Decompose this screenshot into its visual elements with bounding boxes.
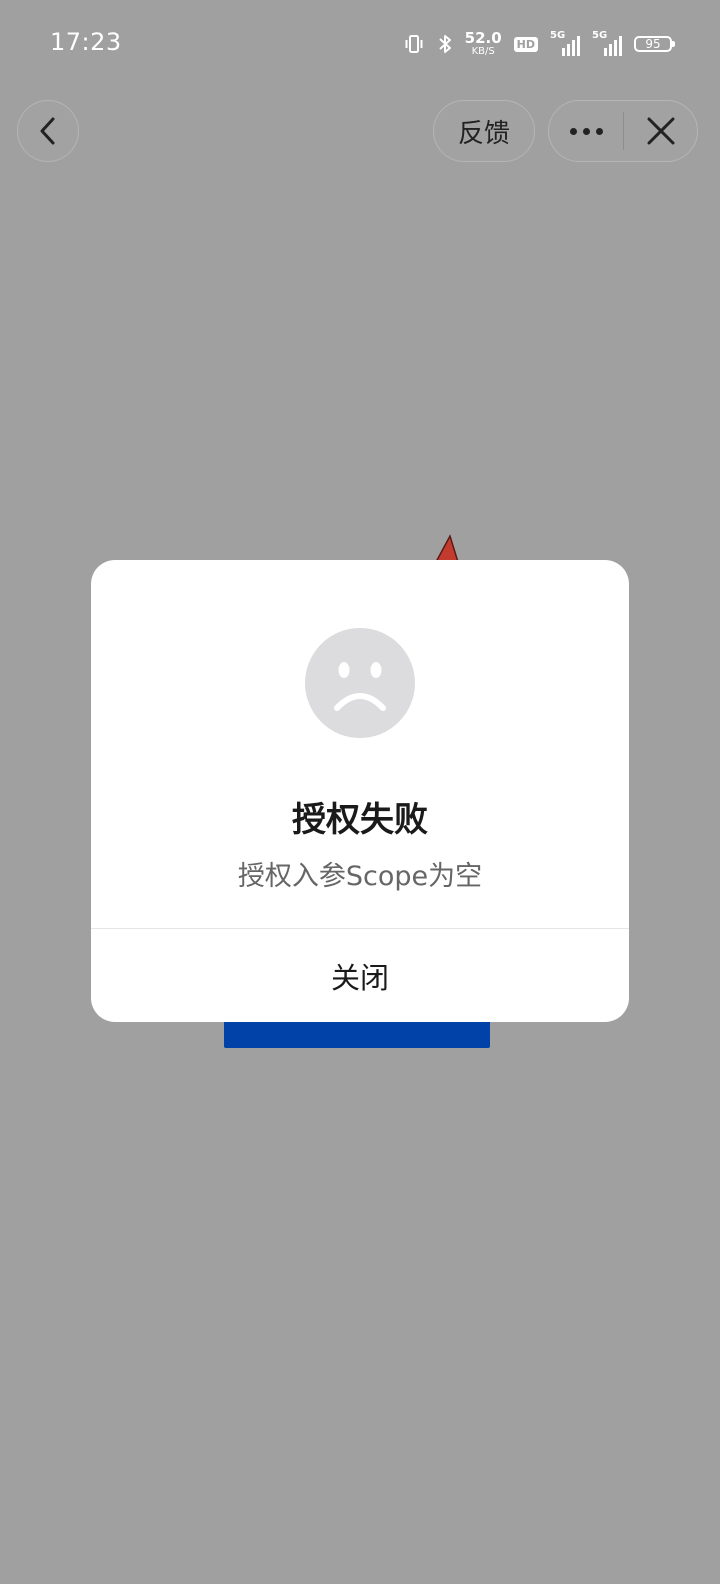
- chevron-left-icon: [40, 117, 55, 145]
- more-dots-icon: [569, 127, 577, 135]
- sim1-label: 5G: [550, 30, 566, 41]
- auth-failed-dialog: 授权失败 授权入参Scope为空 关闭: [91, 560, 629, 1022]
- dialog-close-button[interactable]: 关闭: [91, 929, 629, 1022]
- dialog-message: 授权入参Scope为空: [237, 861, 483, 892]
- vibrate-icon: [405, 35, 423, 53]
- background-illustration: [435, 534, 459, 562]
- sad-face-icon: [305, 628, 415, 738]
- signal-icon: 5G: [550, 30, 580, 56]
- status-icons: 52.0 KB/S HD 5G 5G 95: [403, 26, 675, 62]
- hd-icon: HD: [513, 36, 538, 52]
- battery-icon: 95: [634, 36, 675, 52]
- back-button[interactable]: [17, 100, 79, 162]
- feedback-button[interactable]: 反馈: [433, 100, 535, 162]
- network-speed-value: 52.0: [464, 29, 502, 47]
- network-speed-unit: KB/S: [471, 46, 495, 57]
- battery-level: 95: [645, 37, 661, 51]
- dialog-title: 授权失败: [292, 800, 428, 840]
- bluetooth-icon: [438, 35, 451, 53]
- close-mini-program-button[interactable]: [624, 101, 697, 161]
- close-icon: [647, 117, 674, 145]
- status-bar: 17:23 52.0 KB/S HD 5G 5G 95: [0, 0, 720, 86]
- menu-capsule: [548, 100, 698, 162]
- signal-icon: 5G: [592, 30, 622, 56]
- more-button[interactable]: [549, 101, 623, 161]
- sim2-label: 5G: [592, 30, 608, 41]
- network-speed: 52.0 KB/S: [465, 31, 502, 57]
- status-time: 17:23: [50, 28, 122, 56]
